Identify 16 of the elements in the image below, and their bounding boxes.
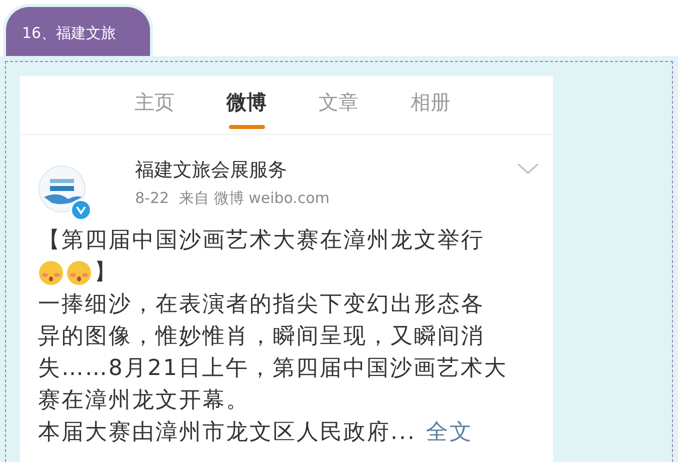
post-excerpt: 本届大赛由漳州市龙文区人民政府... [38, 419, 416, 447]
emoji-icon [66, 260, 92, 286]
full-text-link[interactable]: 全文 [426, 417, 473, 449]
profile-tab[interactable]: 文章 [318, 76, 358, 134]
profile-tab[interactable]: 主页 [134, 76, 174, 134]
post-date: 8-22 [135, 189, 170, 208]
title-bracket: 】 [94, 259, 118, 287]
author-name[interactable]: 福建文旅会展服务 [135, 157, 330, 183]
avatar-icon [38, 165, 86, 213]
post-title: 【第四届中国沙画艺术大赛在漳州龙文举行 [38, 227, 486, 255]
profile-tab[interactable]: 微博 [226, 76, 266, 134]
profile-tab[interactable]: 相册 [410, 76, 450, 134]
emoji-icon [38, 260, 64, 286]
post-source: 来自 微博 weibo.com [179, 189, 330, 208]
post-body: 一捧细沙，在表演者的指尖下变幻出形态各 异的图像，惟妙惟肖，瞬间呈现，又瞬间消 失……8月21日上午，第四届中国沙画艺术大 赛在漳州龙文开幕。 [38, 291, 508, 415]
chevron-down-icon[interactable] [517, 163, 539, 175]
